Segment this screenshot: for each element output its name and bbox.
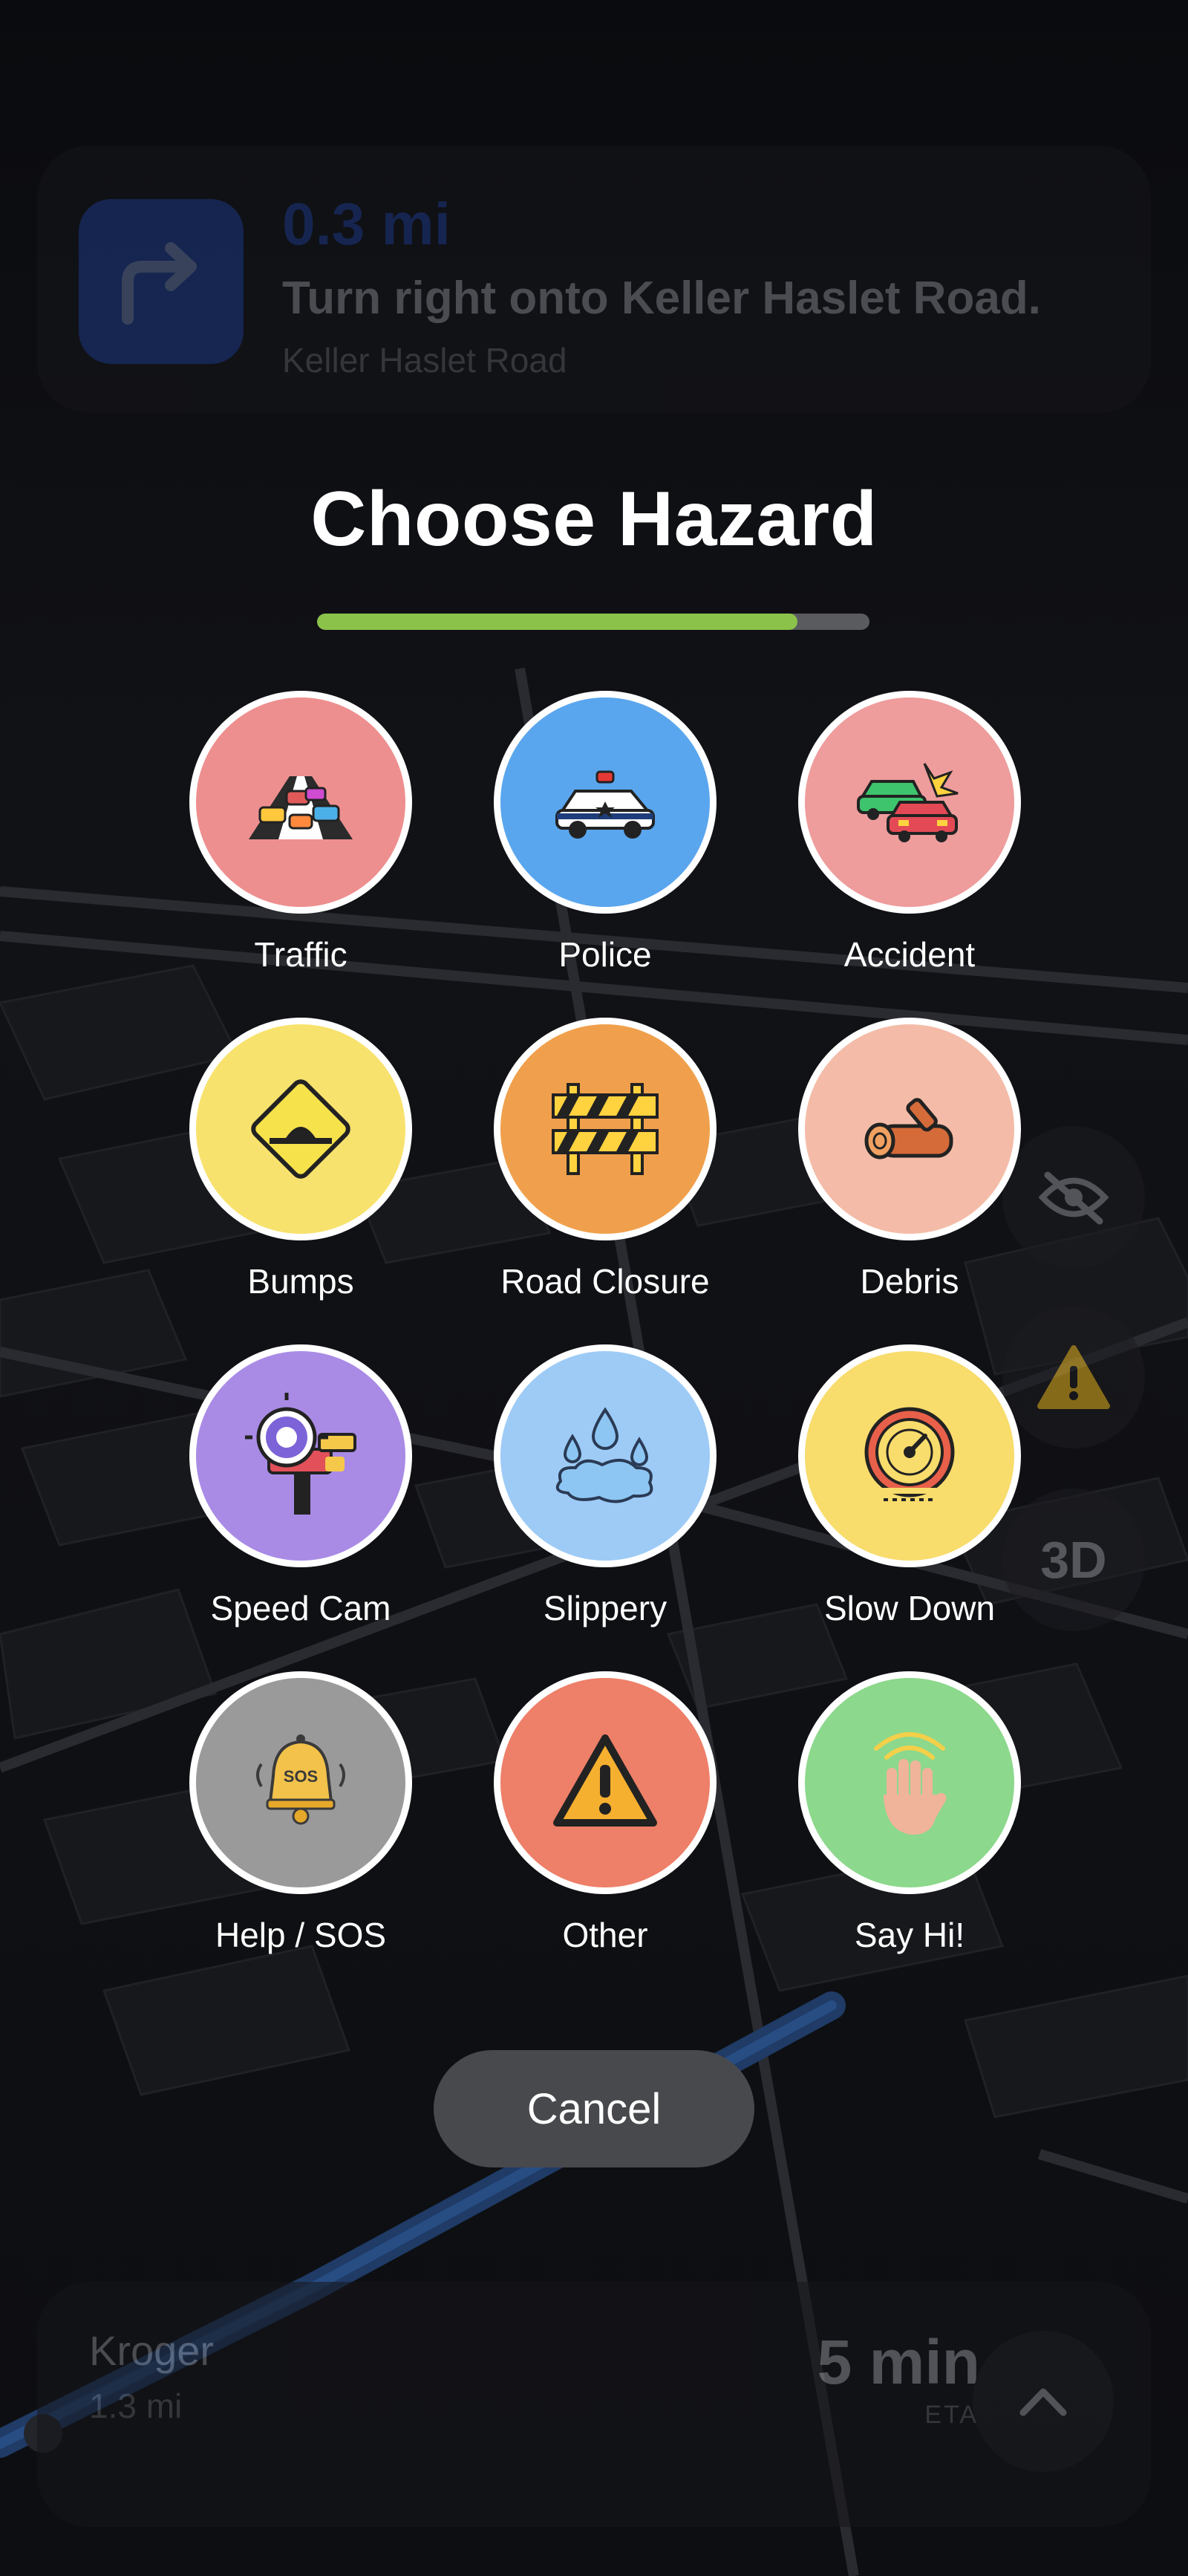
hazard-label: Speed Cam	[210, 1589, 391, 1627]
hazard-label: Slippery	[543, 1589, 668, 1627]
hazard-bumps-circle	[189, 1018, 412, 1240]
hazard-label: Other	[562, 1916, 648, 1954]
traffic-jam-icon	[249, 776, 353, 839]
road-barrier-icon	[552, 1083, 659, 1175]
hazard-road-closure-circle	[494, 1018, 717, 1240]
sos-bell-icon: SOS	[256, 1734, 345, 1825]
hazard-speed-cam-circle	[189, 1344, 412, 1567]
bump-sign-icon	[251, 1079, 350, 1179]
speedometer-icon	[864, 1407, 955, 1501]
hazard-slow-down-circle	[798, 1344, 1021, 1567]
eta-value: 5 min	[817, 2327, 980, 2397]
hazard-debris-circle	[798, 1018, 1021, 1240]
hazard-label: Say Hi!	[854, 1916, 965, 1954]
warning-triangle-icon	[553, 1734, 657, 1827]
hazard-police-circle	[494, 691, 717, 914]
hazard-slippery[interactable]: Slippery	[453, 1344, 757, 1671]
svg-text:SOS: SOS	[284, 1767, 318, 1786]
sheet-progress-bar	[317, 614, 869, 630]
hazard-help-sos[interactable]: SOS Help / SOS	[148, 1671, 453, 1998]
hazard-label: Police	[558, 935, 652, 974]
hazard-slow-down[interactable]: Slow Down	[757, 1344, 1062, 1671]
hazard-other[interactable]: Other	[453, 1671, 757, 1998]
hazard-label: Slow Down	[823, 1589, 996, 1627]
cancel-button[interactable]: Cancel	[434, 2050, 754, 2167]
hazard-traffic[interactable]: Traffic	[148, 691, 453, 1018]
hazard-say-hi-circle	[798, 1671, 1021, 1894]
hazard-label: Bumps	[247, 1262, 354, 1301]
hazard-bumps[interactable]: Bumps	[148, 1018, 453, 1344]
hazard-police[interactable]: Police	[453, 691, 757, 1018]
hazard-label: Debris	[860, 1262, 959, 1301]
waving-hand-icon	[874, 1732, 947, 1835]
hazard-traffic-circle	[189, 691, 412, 914]
street-name: Keller Haslet Road	[282, 341, 567, 380]
police-car-icon	[555, 770, 655, 839]
hazard-label: Traffic	[254, 935, 347, 974]
hazard-say-hi[interactable]: Say Hi!	[757, 1671, 1062, 1998]
sheet-title: Choose Hazard	[310, 476, 878, 562]
eta-label: ETA	[924, 2401, 979, 2429]
hazard-help-sos-circle: SOS	[189, 1671, 412, 1894]
hazard-speed-cam[interactable]: Speed Cam	[148, 1344, 453, 1671]
car-crash-icon	[857, 763, 959, 842]
hazard-label: Help / SOS	[215, 1916, 387, 1954]
hazard-other-circle	[494, 1671, 717, 1894]
hazard-label: Accident	[843, 935, 976, 974]
hazard-grid: Traffic Police Accident Bumps Road Closu…	[148, 691, 1062, 1998]
maneuver-instruction: Turn right onto Keller Haslet Road.	[282, 273, 1041, 324]
speed-camera-icon	[245, 1393, 356, 1515]
hazard-label: Road Closure	[500, 1262, 710, 1301]
log-icon	[864, 1098, 953, 1159]
hazard-accident-circle	[798, 691, 1021, 914]
destination-name: Kroger	[89, 2327, 215, 2374]
turn-direction-tile	[79, 199, 244, 364]
trip-summary-card[interactable]: Kroger 1.3 mi 5 min ETA	[37, 2282, 1151, 2527]
turn-right-icon	[122, 242, 197, 325]
maneuver-distance: 0.3 mi	[282, 191, 451, 257]
sheet-progress-fill	[317, 614, 798, 630]
destination-distance: 1.3 mi	[89, 2387, 183, 2425]
chevron-up-icon	[1019, 2388, 1067, 2416]
hazard-road-closure[interactable]: Road Closure	[453, 1018, 757, 1344]
hazard-slippery-circle	[494, 1344, 717, 1567]
hazard-debris[interactable]: Debris	[757, 1018, 1062, 1344]
water-puddle-icon	[555, 1407, 653, 1503]
expand-trip-button[interactable]	[973, 2331, 1114, 2472]
navigation-banner[interactable]: 0.3 mi Turn right onto Keller Haslet Roa…	[37, 146, 1151, 413]
hazard-accident[interactable]: Accident	[757, 691, 1062, 1018]
